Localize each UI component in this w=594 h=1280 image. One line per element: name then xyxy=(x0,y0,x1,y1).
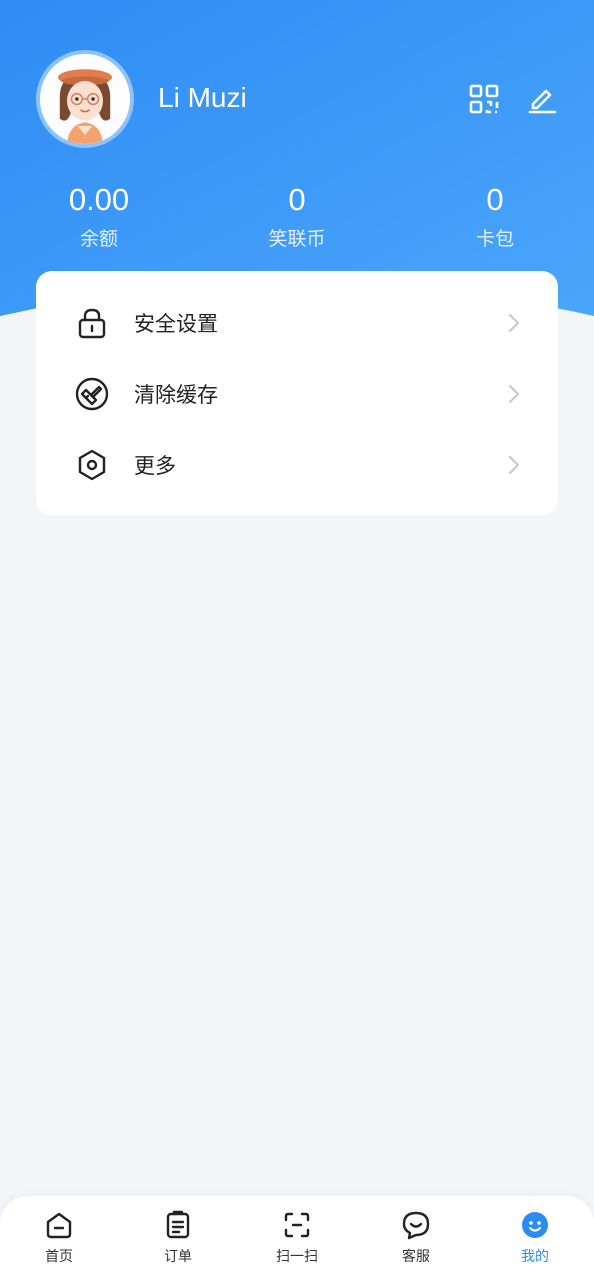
tab-label: 扫一扫 xyxy=(276,1249,318,1265)
menu-item-clear-cache[interactable]: 清除缓存 xyxy=(36,358,558,429)
edit-profile-button[interactable] xyxy=(525,82,559,116)
tab-label: 订单 xyxy=(164,1249,192,1265)
card-label: 卡包 xyxy=(475,228,514,250)
balance-label: 余额 xyxy=(79,228,118,250)
menu-item-label: 清除缓存 xyxy=(134,382,218,407)
tab-label: 首页 xyxy=(45,1249,73,1265)
qr-code-icon xyxy=(469,84,499,114)
menu-item-more[interactable]: 更多 xyxy=(36,429,558,500)
chevron-right-icon xyxy=(508,455,520,474)
tab-orders[interactable]: 订单 xyxy=(119,1210,237,1270)
smiley-icon xyxy=(522,1212,548,1238)
stat-coin[interactable]: 0 笑联币 xyxy=(217,180,377,251)
tab-home[interactable]: 首页 xyxy=(0,1210,118,1270)
broom-icon xyxy=(74,376,110,412)
card-value: 0 xyxy=(486,182,504,217)
stat-balance[interactable]: 0.00 余额 xyxy=(19,180,179,251)
tab-label: 客服 xyxy=(402,1249,430,1265)
username: Li Muzi xyxy=(158,82,247,113)
tab-mine[interactable]: 我的 xyxy=(476,1210,594,1270)
avatar[interactable] xyxy=(36,50,134,148)
tab-label: 我的 xyxy=(521,1249,549,1265)
tab-customer-service[interactable]: 客服 xyxy=(357,1210,475,1270)
avatar-illustration xyxy=(40,54,130,144)
stat-card-wallet[interactable]: 0 卡包 xyxy=(415,180,575,251)
clipboard-icon xyxy=(166,1210,190,1239)
qr-code-button[interactable] xyxy=(467,82,501,116)
tab-scan[interactable]: 扫一扫 xyxy=(238,1210,356,1270)
menu-item-security[interactable]: 安全设置 xyxy=(36,287,558,358)
chat-icon xyxy=(402,1211,430,1240)
chevron-right-icon xyxy=(508,313,520,332)
menu-item-label: 更多 xyxy=(134,453,176,478)
settings-card: 安全设置 清除缓存 更多 xyxy=(36,271,558,515)
home-icon xyxy=(46,1212,72,1239)
coin-label: 笑联币 xyxy=(268,228,326,250)
coin-value: 0 xyxy=(288,182,306,217)
scan-icon xyxy=(284,1212,310,1238)
bottom-tab-bar: 首页 订单 扫一扫 客服 我的 xyxy=(0,1196,594,1280)
balance-value: 0.00 xyxy=(68,182,130,217)
hexagon-nut-icon xyxy=(74,447,110,483)
menu-item-label: 安全设置 xyxy=(134,311,218,336)
lock-icon xyxy=(74,305,110,341)
chevron-right-icon xyxy=(508,384,520,403)
edit-icon xyxy=(528,89,557,114)
